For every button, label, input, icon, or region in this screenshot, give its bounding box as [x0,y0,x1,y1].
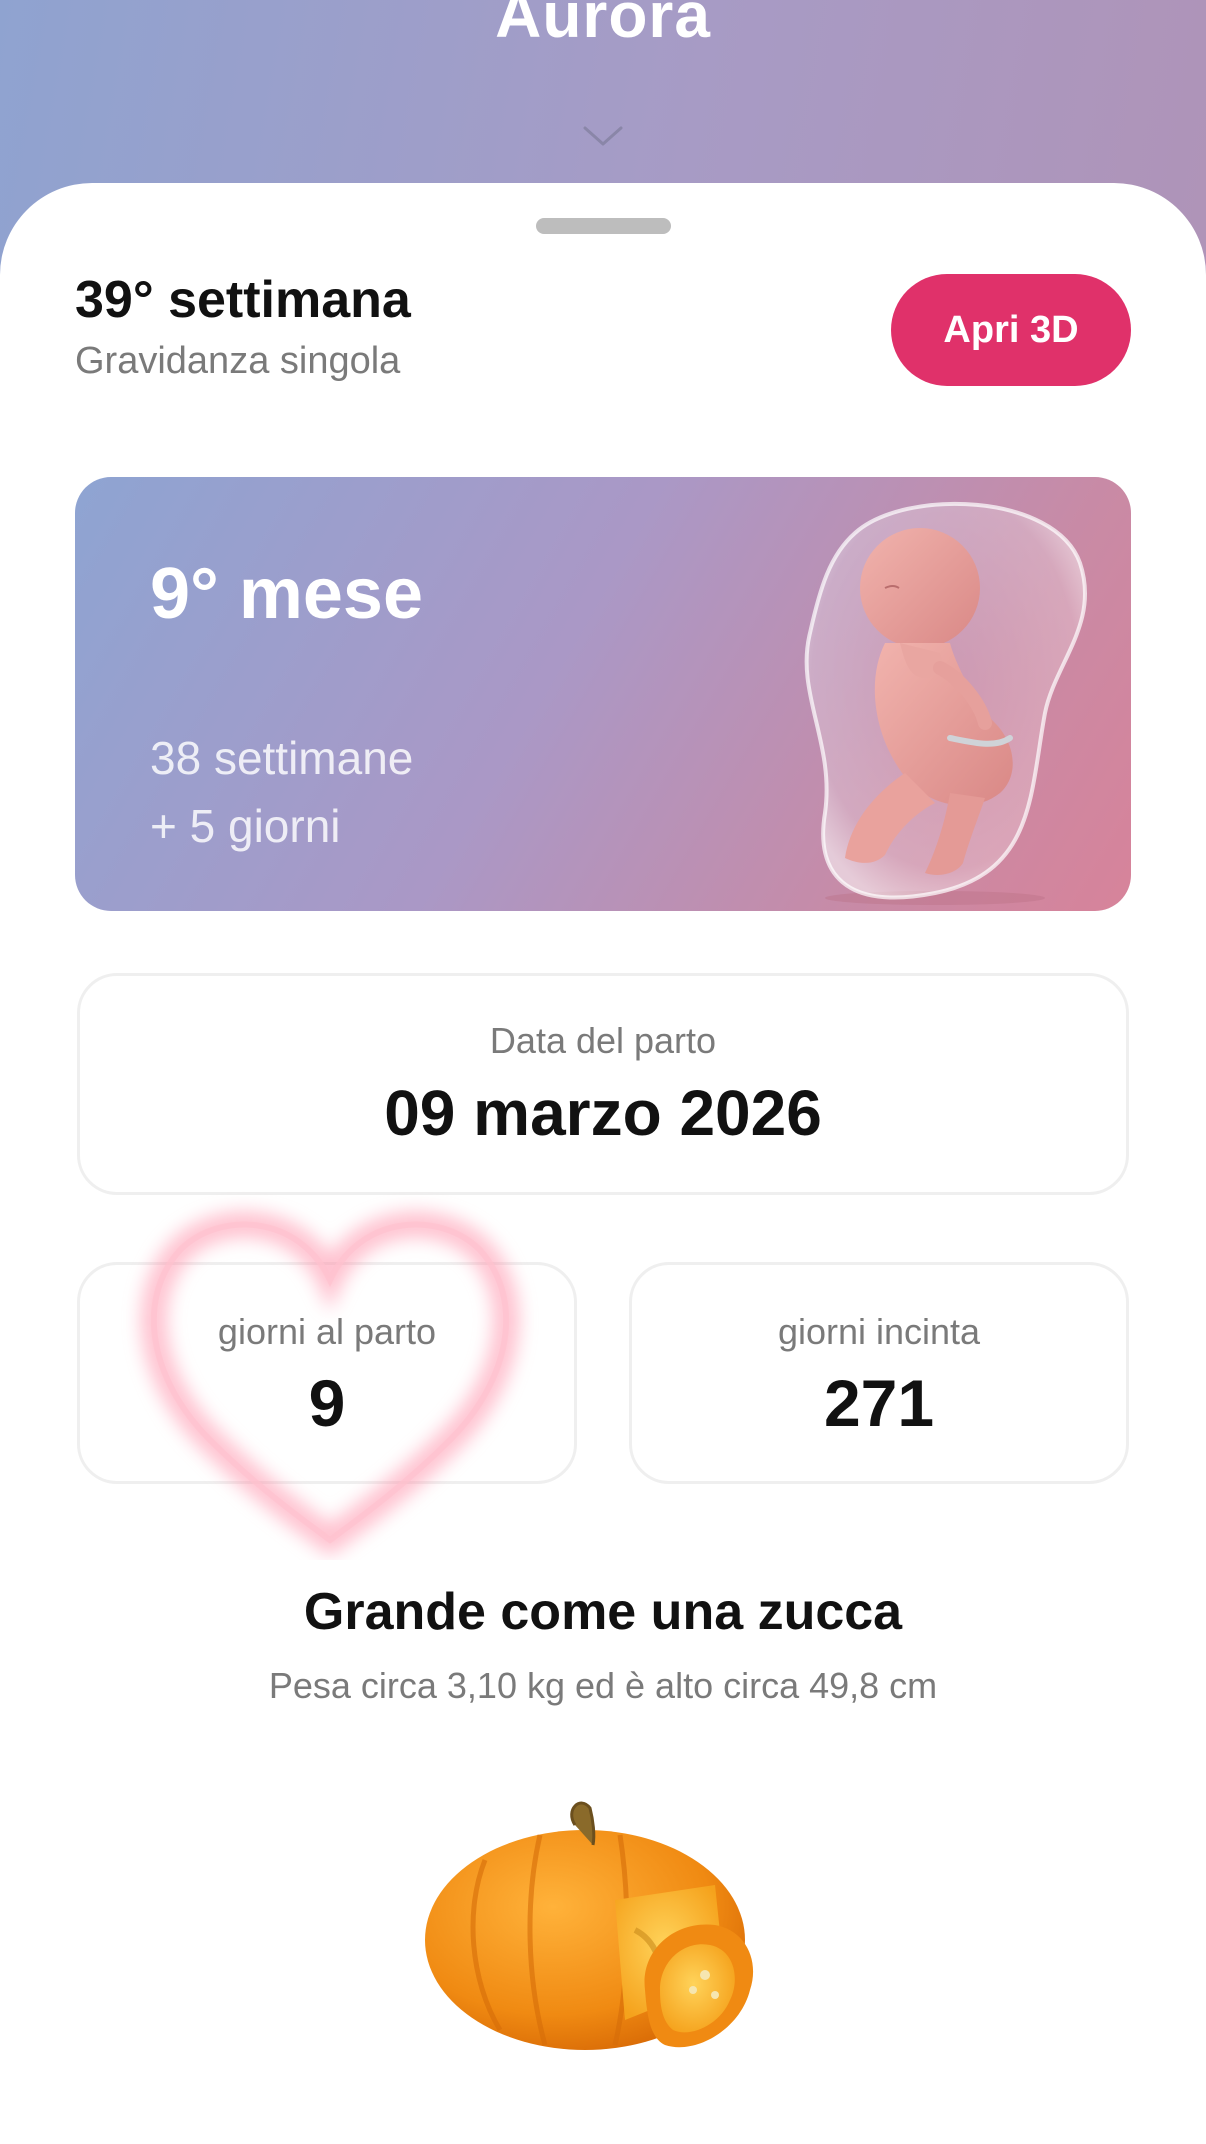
fetus-illustration [804,501,1087,905]
due-date-card[interactable]: Data del parto 09 marzo 2026 [77,973,1129,1195]
size-comparison-details: Pesa circa 3,10 kg ed è alto circa 49,8 … [268,1665,938,1706]
due-date-label: Data del parto [489,1020,717,1061]
days-to-birth-value: 9 [308,1366,346,1440]
pregnancy-type: Gravidanza singola [75,340,401,382]
days-pregnant-value: 271 [823,1366,935,1440]
pumpkin-illustration [425,1801,754,2050]
open-3d-button[interactable]: Apri 3D [891,274,1131,386]
days-line: + 5 giorni [150,800,341,852]
days-pregnant-label: giorni incinta [777,1311,981,1352]
days-pregnant-card[interactable]: giorni incinta 271 [629,1262,1129,1484]
week-title: 39° settimana [75,271,411,329]
days-to-birth-label: giorni al parto [217,1311,437,1352]
weeks-line: 38 settimane [150,732,414,784]
month-title: 9° mese [150,554,423,634]
month-card[interactable]: 9° mese 38 settimane + 5 giorni [75,477,1131,911]
sheet-grabber-handle[interactable] [536,218,671,234]
due-date-value: 09 marzo 2026 [384,1077,822,1149]
profile-name: Aurora [495,0,711,51]
days-to-birth-card[interactable]: giorni al parto 9 [77,1262,577,1484]
gestation-duration: 38 settimane + 5 giorni [150,724,413,860]
size-comparison-title: Grande come una zucca [303,1583,903,1641]
chevron-down-icon[interactable] [581,122,625,150]
